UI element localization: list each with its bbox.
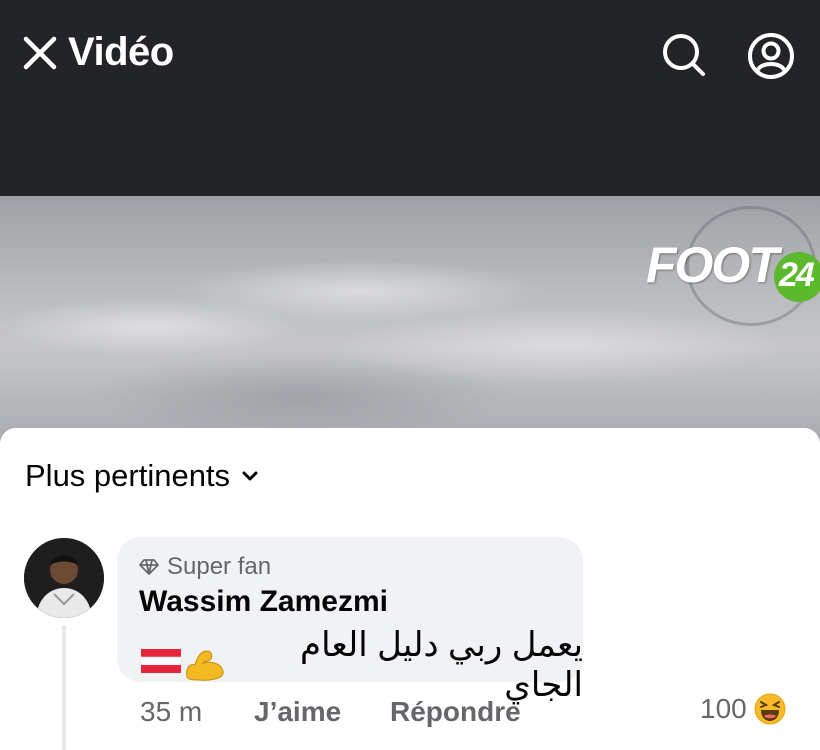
profile-icon — [748, 33, 794, 79]
comment-actions: 35 m J’aime Répondre — [140, 696, 521, 728]
comment-bubble: Super fan Wassim Zamezmi يعمل ربي دليل ا… — [117, 537, 583, 704]
diamond-icon — [139, 559, 159, 575]
close-icon — [23, 36, 57, 70]
reply-button[interactable]: Répondre — [390, 696, 521, 728]
avatar[interactable] — [24, 538, 104, 618]
thread-line — [62, 625, 66, 750]
search-icon — [663, 34, 705, 76]
video-player[interactable]: FOOT 24 — [0, 196, 820, 446]
reaction-count: 100 — [700, 693, 747, 724]
sort-dropdown[interactable]: Plus pertinents — [25, 458, 260, 494]
superfan-badge: Super fan — [139, 553, 271, 581]
profile-button[interactable] — [746, 31, 796, 81]
search-button[interactable] — [660, 31, 708, 79]
comments-sheet: Plus pertinents Super fan Wassim Zamezmi — [0, 428, 820, 750]
top-bar: Vidéo — [0, 0, 820, 196]
page-title: Vidéo — [68, 30, 174, 74]
channel-logo: FOOT 24 — [646, 206, 820, 326]
sort-label: Plus pertinents — [25, 458, 231, 493]
comment-author[interactable]: Wassim Zamezmi — [139, 585, 388, 619]
laughing-emoji-icon — [754, 693, 786, 725]
superfan-label: Super fan — [167, 553, 272, 580]
reaction-summary[interactable]: 100 — [700, 692, 787, 726]
comment-body: يعمل ربي دليل العام الجاي — [139, 625, 583, 705]
chevron-down-icon — [242, 467, 260, 485]
flexed-biceps-emoji — [139, 643, 227, 688]
like-button[interactable]: J’aime — [254, 696, 390, 728]
comment-time[interactable]: 35 m — [140, 696, 254, 728]
logo-number: 24 — [779, 256, 815, 294]
comment-text: يعمل ربي دليل العام الجاي — [300, 626, 583, 704]
close-button[interactable] — [20, 33, 60, 73]
logo-text: FOOT — [646, 237, 779, 293]
